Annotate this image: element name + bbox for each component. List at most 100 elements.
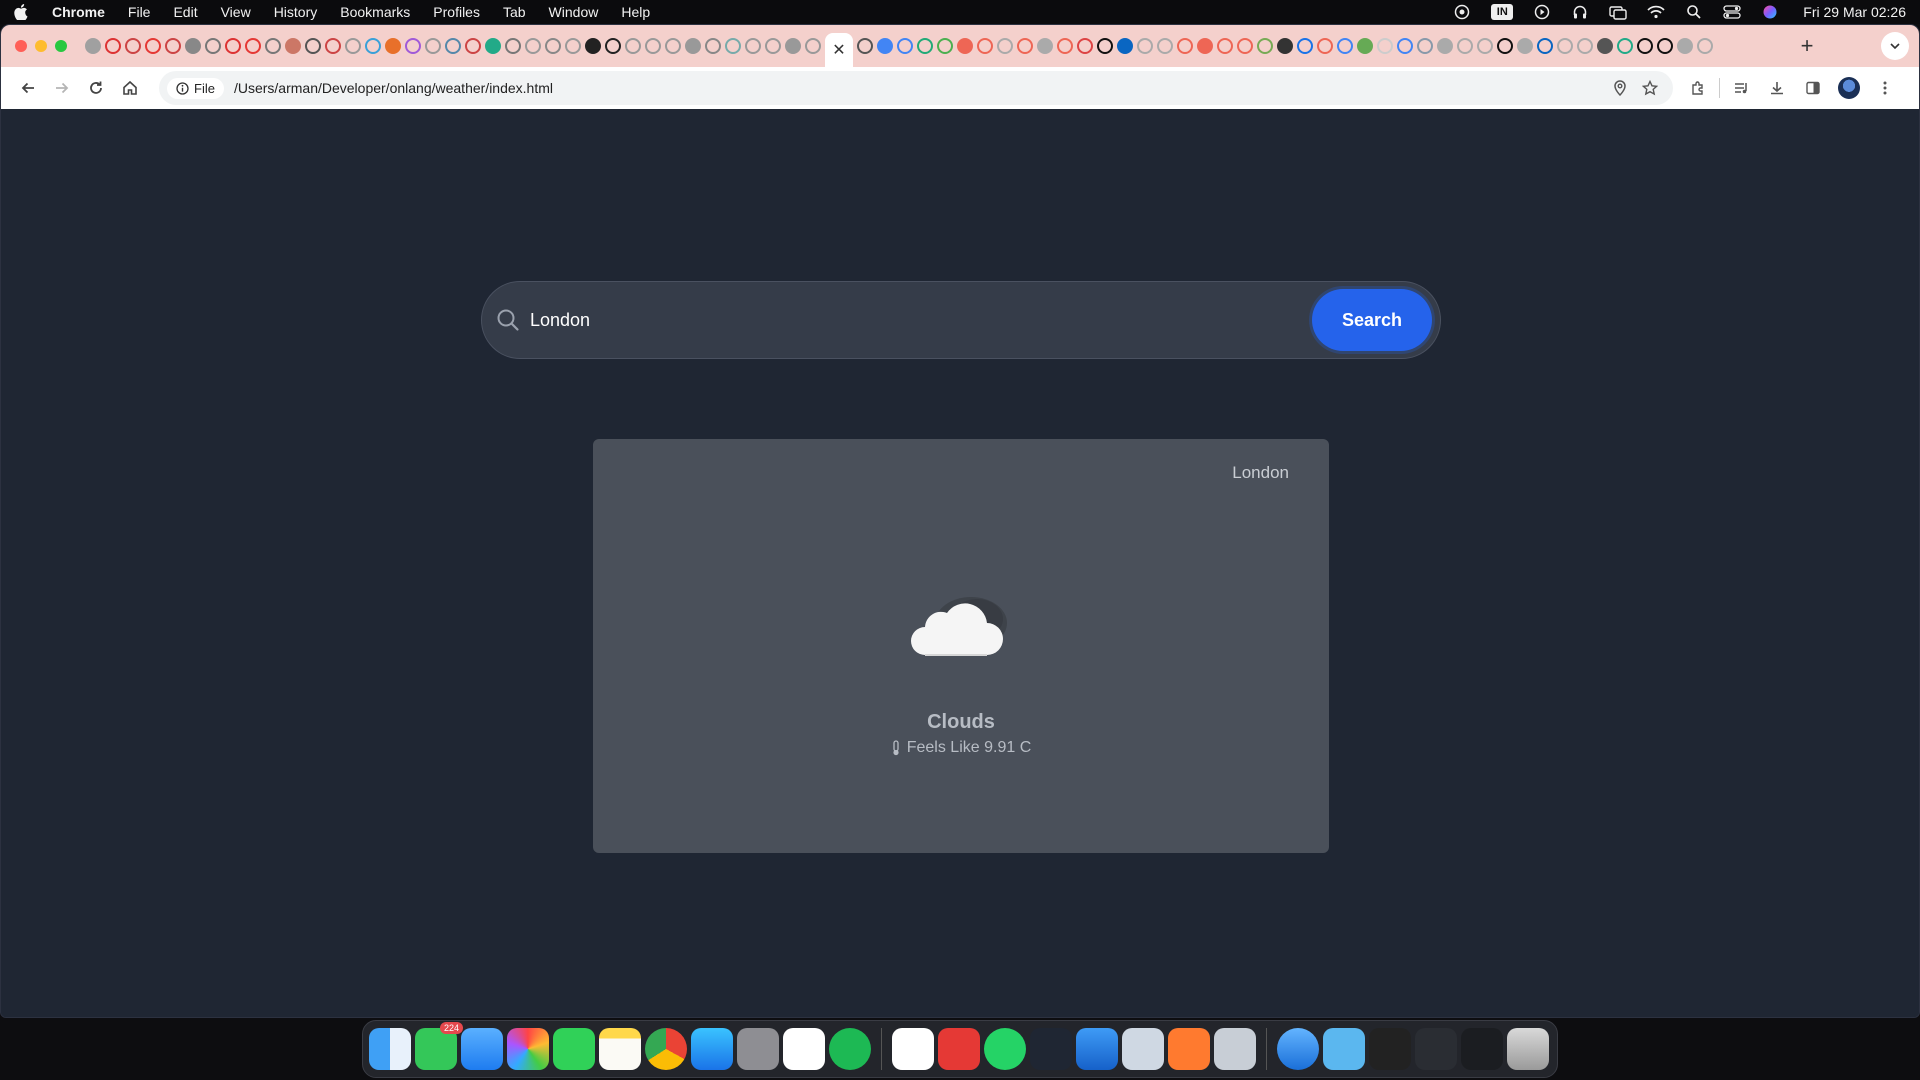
media-controls-icon[interactable] (1726, 73, 1756, 103)
tab-favicon[interactable] (445, 38, 461, 54)
site-info-chip[interactable]: File (167, 77, 224, 99)
extensions-icon[interactable] (1683, 73, 1713, 103)
tab-favicon[interactable] (1677, 38, 1693, 54)
tab-favicon[interactable] (145, 38, 161, 54)
anydesk-icon[interactable] (938, 1028, 980, 1070)
tab-favicon[interactable] (285, 38, 301, 54)
bookmark-star-icon[interactable] (1635, 73, 1665, 103)
messages-icon[interactable]: 224 (415, 1022, 463, 1070)
tab-favicon[interactable] (997, 38, 1013, 54)
tab-favicon[interactable] (1277, 38, 1293, 54)
tab-favicon[interactable] (765, 38, 781, 54)
tab-favicon[interactable] (425, 38, 441, 54)
maximize-window-button[interactable] (55, 40, 67, 52)
menu-tab[interactable]: Tab (503, 4, 526, 20)
tab-favicon[interactable] (897, 38, 913, 54)
tab-favicon[interactable] (1137, 38, 1153, 54)
tab-favicon[interactable] (385, 38, 401, 54)
tab-favicon[interactable] (785, 38, 801, 54)
chatgpt-icon[interactable] (1030, 1028, 1072, 1070)
window-thumbnail-icon[interactable] (1461, 1028, 1503, 1070)
tab-favicon[interactable] (1097, 38, 1113, 54)
whatsapp-icon[interactable] (984, 1028, 1026, 1070)
tab-favicon[interactable] (877, 38, 893, 54)
mail-icon[interactable] (461, 1028, 503, 1070)
window-thumbnail-icon[interactable] (1415, 1028, 1457, 1070)
tab-favicon[interactable] (545, 38, 561, 54)
tab-favicon[interactable] (1557, 38, 1573, 54)
tab-favicon[interactable] (1237, 38, 1253, 54)
tab-favicon[interactable] (1457, 38, 1473, 54)
tab-favicon[interactable] (1077, 38, 1093, 54)
app-store-icon[interactable] (691, 1028, 733, 1070)
tab-favicon[interactable] (1497, 38, 1513, 54)
tab-favicon[interactable] (1157, 38, 1173, 54)
tab-favicon[interactable] (1617, 38, 1633, 54)
tab-favicon[interactable] (857, 38, 873, 54)
side-panel-icon[interactable] (1798, 73, 1828, 103)
search-button[interactable]: Search (1312, 289, 1432, 351)
menu-history[interactable]: History (274, 4, 318, 20)
tab-favicon[interactable] (805, 38, 821, 54)
tab-favicon[interactable] (245, 38, 261, 54)
mongodb-compass-icon[interactable] (892, 1028, 934, 1070)
vscode-icon[interactable] (783, 1028, 825, 1070)
tab-favicon[interactable] (977, 38, 993, 54)
tab-favicon[interactable] (1017, 38, 1033, 54)
tab-favicon[interactable] (917, 38, 933, 54)
downloads-icon[interactable] (1762, 73, 1792, 103)
tab-favicon[interactable] (937, 38, 953, 54)
tab-favicon[interactable] (1257, 38, 1273, 54)
tab-favicon[interactable] (1437, 38, 1453, 54)
tab-favicon[interactable] (165, 38, 181, 54)
tab-favicon[interactable] (685, 38, 701, 54)
photos-icon[interactable] (507, 1028, 549, 1070)
tab-favicon[interactable] (645, 38, 661, 54)
finder-icon[interactable] (369, 1028, 411, 1070)
location-icon[interactable] (1605, 73, 1635, 103)
tab-favicon[interactable] (585, 38, 601, 54)
tab-favicon[interactable] (1477, 38, 1493, 54)
tab-favicon[interactable] (465, 38, 481, 54)
new-tab-button[interactable]: + (1793, 33, 1821, 59)
tab-favicon[interactable] (1517, 38, 1533, 54)
siri-icon[interactable] (1761, 4, 1779, 20)
tab-favicon[interactable] (485, 38, 501, 54)
tab-favicon[interactable] (1317, 38, 1333, 54)
preview-icon[interactable] (1122, 1028, 1164, 1070)
tab-favicon[interactable] (1697, 38, 1713, 54)
tab-favicon[interactable] (745, 38, 761, 54)
facetime-icon[interactable] (553, 1028, 595, 1070)
tab-favicon[interactable] (1197, 38, 1213, 54)
tab-favicon[interactable] (1337, 38, 1353, 54)
profile-avatar[interactable] (1834, 73, 1864, 103)
system-settings-icon[interactable] (737, 1028, 779, 1070)
tab-favicon[interactable] (1657, 38, 1673, 54)
tab-favicon[interactable] (1177, 38, 1193, 54)
tab-favicon[interactable] (105, 38, 121, 54)
menu-app-name[interactable]: Chrome (52, 4, 105, 20)
tab-favicon[interactable] (565, 38, 581, 54)
vpn-status-icon[interactable] (1453, 4, 1471, 20)
menu-view[interactable]: View (221, 4, 251, 20)
keyboard-input-icon[interactable]: IN (1491, 4, 1514, 20)
tab-favicon[interactable] (125, 38, 141, 54)
menu-file[interactable]: File (128, 4, 151, 20)
tab-favicon[interactable] (1637, 38, 1653, 54)
forward-button[interactable] (45, 71, 79, 105)
xcode-icon[interactable] (1076, 1028, 1118, 1070)
tab-favicon[interactable] (85, 38, 101, 54)
url-text[interactable]: /Users/arman/Developer/onlang/weather/in… (234, 80, 1605, 96)
tab-favicon[interactable] (1537, 38, 1553, 54)
tab-favicon[interactable] (1417, 38, 1433, 54)
tab-favicon[interactable] (1297, 38, 1313, 54)
headphones-icon[interactable] (1571, 4, 1589, 20)
tab-favicon[interactable] (605, 38, 621, 54)
tab-favicon[interactable] (665, 38, 681, 54)
tab-favicon[interactable] (225, 38, 241, 54)
tab-favicon[interactable] (325, 38, 341, 54)
pages-icon[interactable] (1168, 1028, 1210, 1070)
tab-favicon[interactable] (265, 38, 281, 54)
more-menu-icon[interactable] (1870, 73, 1900, 103)
tab-favicon[interactable] (725, 38, 741, 54)
